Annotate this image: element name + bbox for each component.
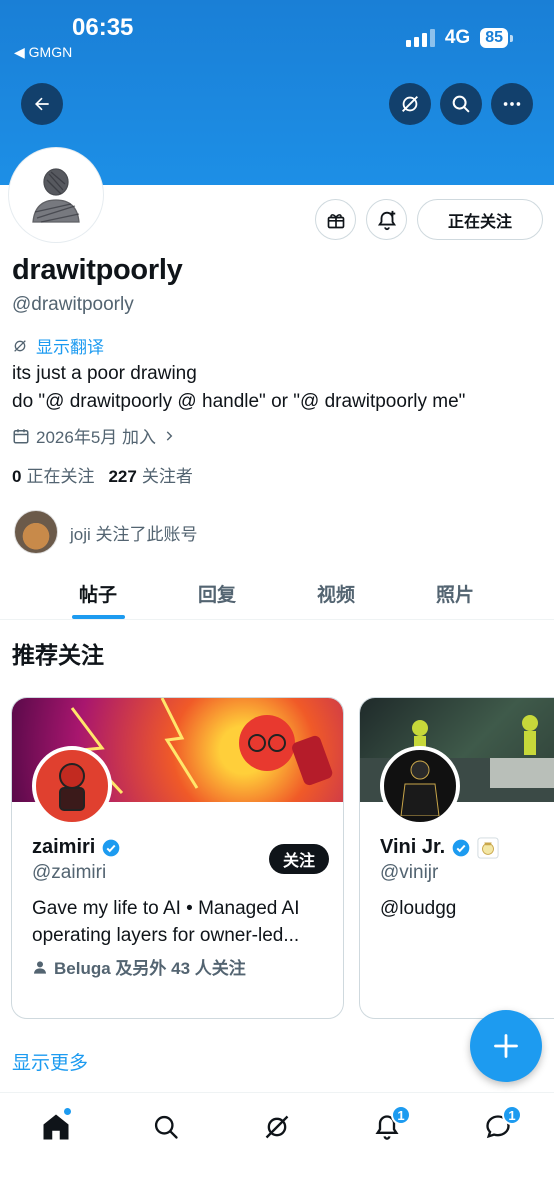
user-handle: @drawitpoorly [12,294,134,315]
card-avatar [32,746,112,826]
translate-label[interactable]: 显示翻译 [36,333,104,358]
unread-dot [63,1107,72,1116]
search-icon [452,95,470,113]
back-button[interactable] [21,83,63,125]
status-indicators: 4G 85 [405,27,513,49]
search-button[interactable] [440,83,482,125]
nav-notifications[interactable]: 1 [367,1105,411,1147]
follow-button[interactable]: 关注 [268,844,329,874]
follower-avatar [14,510,58,554]
active-tab-indicator [72,615,125,619]
tab-posts[interactable]: 帖子 [79,580,117,607]
grok-icon [14,339,26,352]
player-avatar-icon [400,760,440,816]
more-icon [503,102,521,106]
chevron-right-icon [166,430,173,441]
card-social-context: Beluga 及另外 43 人关注 [32,954,246,979]
bio: its just a poor drawing do "@ drawitpoor… [12,360,465,416]
nav-grok[interactable] [257,1107,297,1147]
card-name: zaimiri [32,836,121,859]
gift-button[interactable] [315,199,356,240]
tab-replies[interactable]: 回复 [198,580,236,607]
notify-button[interactable] [366,199,407,240]
join-date-label: 2026年5月 加入 [36,428,156,447]
more-button[interactable] [491,83,533,125]
verified-badge-icon [452,839,470,856]
card-bio: @loudgg [380,898,457,919]
recommend-card-vinijr[interactable]: Vini Jr. @vinijr @loudgg [359,697,554,1019]
recommended-title: 推荐关注 [12,642,104,668]
person-icon [34,960,46,974]
notifications-badge: 1 [391,1105,411,1125]
calendar-icon [13,428,29,443]
followers-stat[interactable]: 227 关注者 [108,462,192,487]
nav-messages[interactable]: 1 [478,1105,522,1147]
card-handle: @vinijr [380,862,439,883]
plus-icon [494,1034,518,1058]
card-name: Vini Jr. [380,836,499,859]
search-icon [154,1115,178,1139]
status-time: 06:35 [72,14,134,41]
grok-icon [402,96,418,112]
sketch-avatar-icon [32,168,80,223]
home-icon [43,1114,69,1140]
club-badge-icon [477,836,499,859]
network-type: 4G [444,27,471,48]
display-name: drawitpoorly [12,254,183,286]
bio-line: its just a poor drawing [12,363,197,384]
battery-icon: 85 [480,28,513,48]
verified-badge-icon [103,839,120,856]
followed-by-label: joji 关注了此账号 [70,524,198,544]
grok-icon [265,1115,289,1139]
gift-icon [327,213,344,228]
bell-plus-icon [377,210,396,230]
card-bio: Gave my life to AI • Managed AI operatin… [32,898,300,946]
translate-link[interactable]: 显示翻译 [12,333,104,358]
show-more-link[interactable]: 显示更多 [12,1048,88,1075]
card-avatar [380,746,460,826]
card-handle: @zaimiri [32,862,107,883]
join-date[interactable]: 2026年5月 加入 [12,423,176,448]
bottom-nav: 1 1 [0,1092,554,1200]
following-button[interactable]: 正在关注 [417,199,543,240]
back-to-app[interactable]: ◀ GMGN [14,44,72,61]
grok-button[interactable] [389,83,431,125]
arrow-left-icon [35,97,49,111]
compose-button[interactable] [470,1010,542,1082]
tab-photos[interactable]: 照片 [436,580,474,607]
profile-avatar[interactable] [9,148,103,242]
followed-by[interactable]: joji 关注了此账号 [14,510,198,554]
recommend-card-zaimiri[interactable]: zaimiri @zaimiri 关注 Gave my life to AI •… [11,697,344,1019]
messages-badge: 1 [502,1105,522,1125]
follow-stats: 0 正在关注 227 关注者 [12,462,193,487]
tab-videos[interactable]: 视频 [317,580,355,607]
nav-search[interactable] [146,1107,186,1147]
signal-icon [405,29,435,47]
nav-home[interactable] [36,1107,76,1147]
following-stat[interactable]: 0 正在关注 [12,462,94,487]
profile-tabs: 帖子 回复 视频 照片 [0,568,554,620]
bio-line: do "@ drawitpoorly @ handle" or "@ drawi… [12,391,466,412]
robot-avatar-icon [59,763,85,811]
